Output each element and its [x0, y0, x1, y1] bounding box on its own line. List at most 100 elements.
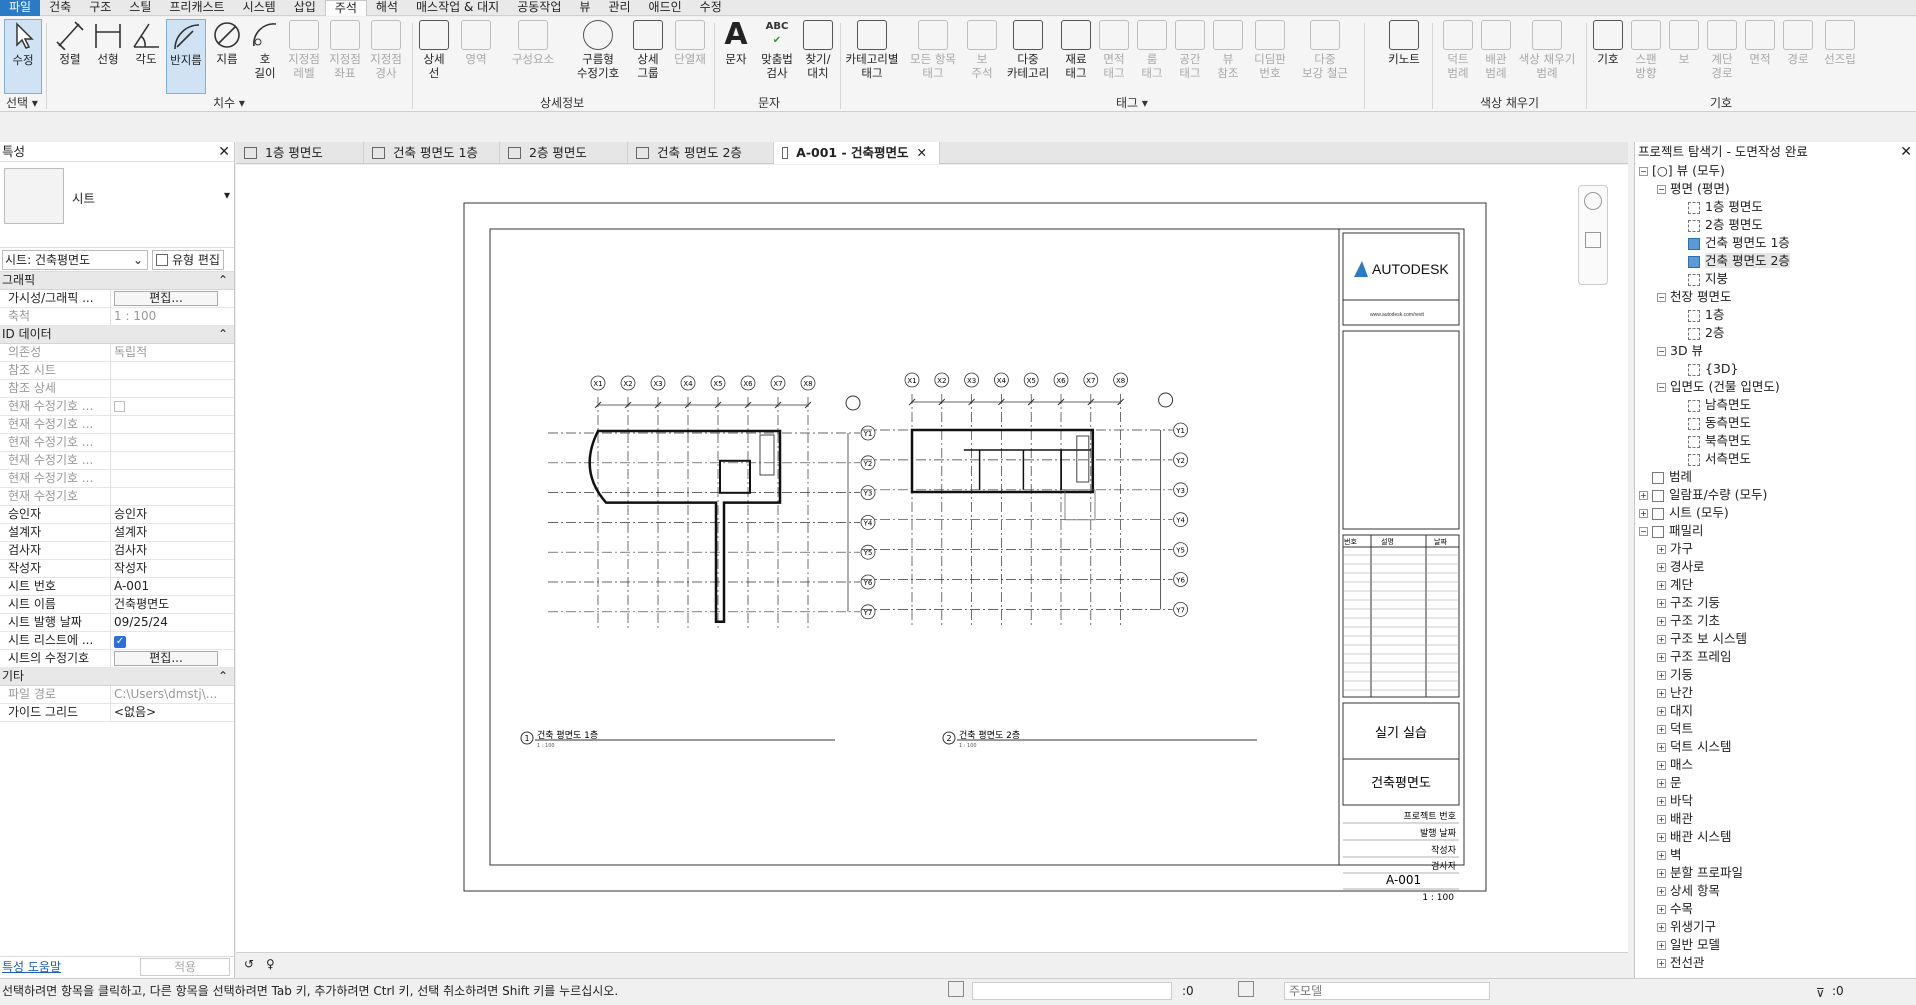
browser-node[interactable]: − [○] 뷰 (모두) — [1639, 162, 1916, 180]
apply-button[interactable]: 적용 — [140, 958, 230, 976]
rebar-symbol-button[interactable]: 선즈립 — [1818, 19, 1862, 94]
expand-icon[interactable]: + — [1657, 959, 1666, 968]
collapse-icon[interactable]: − — [1639, 527, 1648, 536]
property-row[interactable]: 현재 수정기호 ... — [0, 398, 234, 416]
browser-node[interactable]: + 위생기구 — [1639, 918, 1916, 936]
view-tab[interactable]: 건축 평면도 2층 — [628, 142, 774, 164]
property-row[interactable]: 의존성 독립적 — [0, 344, 234, 362]
workset-select[interactable] — [972, 982, 1172, 1000]
browser-node[interactable]: 1층 평면도 — [1639, 198, 1916, 216]
property-value[interactable] — [111, 398, 234, 415]
expand-icon[interactable]: + — [1657, 887, 1666, 896]
expand-icon[interactable]: + — [1657, 725, 1666, 734]
instance-filter-select[interactable]: 시트: 건축평면도 ⌄ — [2, 249, 148, 270]
browser-node[interactable]: + 전선관 — [1639, 954, 1916, 972]
menu-tab-5[interactable]: 시스템 — [234, 0, 285, 16]
tread-number-button[interactable]: 디딤판 번호 — [1250, 19, 1290, 94]
area-symbol-button[interactable]: 면적 — [1742, 19, 1778, 94]
property-row[interactable]: 가이드 그리드 <없음> — [0, 704, 234, 722]
property-row[interactable]: 파일 경로 C:\Users\dmstj\... — [0, 686, 234, 704]
browser-node[interactable]: − 평면 (평면) — [1639, 180, 1916, 198]
property-row[interactable]: 가시성/그래픽 ... 편집... — [0, 290, 234, 308]
collapse-icon[interactable]: − — [1657, 383, 1666, 392]
close-icon[interactable]: ✕ — [917, 142, 927, 164]
revision-cloud-button[interactable]: 구름형 수정기호 — [570, 19, 626, 94]
property-value[interactable]: 1 : 100 — [111, 308, 234, 325]
edit-button[interactable]: 편집... — [114, 651, 218, 666]
room-tag-button[interactable]: 룸 태그 — [1134, 19, 1170, 94]
expand-icon[interactable]: + — [1657, 833, 1666, 842]
expand-icon[interactable]: + — [1657, 743, 1666, 752]
view-tab[interactable]: 1층 평면도 — [236, 142, 364, 164]
menu-tab-3[interactable]: 스틸 — [120, 0, 160, 16]
detail-group-button[interactable]: 상세 그룹 — [630, 19, 666, 94]
find-replace-button[interactable]: 찾기/ 대치 — [798, 19, 838, 94]
checkbox[interactable] — [114, 401, 125, 412]
browser-node[interactable]: + 문 — [1639, 774, 1916, 792]
browser-node[interactable]: + 구조 프레임 — [1639, 648, 1916, 666]
beam-annotation-button[interactable]: 보 주석 — [964, 19, 1000, 94]
collapse-icon[interactable]: − — [1657, 185, 1666, 194]
expand-icon[interactable]: + — [1657, 671, 1666, 680]
beam-symbol-button[interactable]: 보 — [1666, 19, 1702, 94]
navigation-bar[interactable] — [1578, 185, 1608, 285]
graphics-category[interactable]: 그래픽 ⌃ — [0, 272, 234, 290]
text-button[interactable]: A 문자 — [718, 19, 754, 94]
menu-tab-10[interactable]: 공동작업 — [508, 0, 570, 16]
edit-type-button[interactable]: 유형 편집 — [152, 249, 224, 270]
expand-icon[interactable]: + — [1657, 941, 1666, 950]
browser-node[interactable]: 건축 평면도 2층 — [1639, 252, 1916, 270]
property-row[interactable]: 현재 수정기호 — [0, 488, 234, 506]
expand-icon[interactable]: + — [1657, 797, 1666, 806]
expand-icon[interactable]: + — [1657, 869, 1666, 878]
insulation-button[interactable]: 단열재 — [672, 19, 708, 94]
browser-node[interactable]: + 덕트 — [1639, 720, 1916, 738]
worksets-icon[interactable] — [948, 981, 964, 997]
property-row[interactable]: 축척 1 : 100 — [0, 308, 234, 326]
keynote-button[interactable]: 키노트 — [1382, 19, 1426, 94]
browser-node[interactable]: 남측면도 — [1639, 396, 1916, 414]
browser-node[interactable]: + 가구 — [1639, 540, 1916, 558]
expand-icon[interactable]: + — [1657, 563, 1666, 572]
property-value[interactable] — [111, 470, 234, 487]
pin-icon[interactable]: ♀ — [266, 957, 275, 971]
browser-node[interactable]: + 시트 (모두) — [1639, 504, 1916, 522]
property-row[interactable]: 시트 이름 건축평면도 — [0, 596, 234, 614]
tag-by-category-button[interactable]: 카테고리별 태그 — [842, 19, 902, 94]
expand-icon[interactable]: + — [1657, 635, 1666, 644]
property-row[interactable]: 작성자 작성자 — [0, 560, 234, 578]
type-selector[interactable]: 시트 ▾ — [0, 162, 234, 248]
pipe-legend-button[interactable]: 배관 범례 — [1478, 19, 1514, 94]
browser-node[interactable]: + 분할 프로파일 — [1639, 864, 1916, 882]
browser-node[interactable]: 건축 평면도 1층 — [1639, 234, 1916, 252]
property-value[interactable]: ✓ — [111, 632, 234, 649]
browser-node[interactable]: + 배관 — [1639, 810, 1916, 828]
property-row[interactable]: 현재 수정기호 ... — [0, 470, 234, 488]
property-value[interactable] — [111, 380, 234, 397]
space-tag-button[interactable]: 공간 태그 — [1172, 19, 1208, 94]
property-value[interactable]: 편집... — [111, 650, 234, 667]
select-group-label[interactable]: 선택 ▾ — [6, 94, 38, 111]
property-row[interactable]: 설계자 설계자 — [0, 524, 234, 542]
menu-tab-7[interactable]: 주석 — [324, 0, 367, 16]
expand-icon[interactable]: + — [1639, 509, 1648, 518]
edit-button[interactable]: 편집... — [114, 291, 218, 306]
browser-node[interactable]: + 상세 항목 — [1639, 882, 1916, 900]
browser-node[interactable]: − 천장 평면도 — [1639, 288, 1916, 306]
collapse-icon[interactable]: − — [1639, 167, 1648, 176]
steering-wheel-icon[interactable] — [1584, 192, 1602, 210]
property-value[interactable]: 09/25/24 — [111, 614, 234, 631]
property-value[interactable]: 독립적 — [111, 344, 234, 361]
tag-all-button[interactable]: 모든 항목 태그 — [906, 19, 960, 94]
property-value[interactable] — [111, 452, 234, 469]
browser-node[interactable]: + 일반 모델 — [1639, 936, 1916, 954]
menu-tab-12[interactable]: 관리 — [599, 0, 639, 16]
browser-node[interactable]: 지붕 — [1639, 270, 1916, 288]
property-value[interactable]: C:\Users\dmstj\... — [111, 686, 234, 703]
browser-node[interactable]: 범례 — [1639, 468, 1916, 486]
expand-icon[interactable]: + — [1657, 653, 1666, 662]
symbol-button[interactable]: 기호 — [1590, 19, 1626, 94]
property-row[interactable]: 시트 리스트에 ... ✓ — [0, 632, 234, 650]
browser-node[interactable]: + 구조 보 시스템 — [1639, 630, 1916, 648]
id-data-category[interactable]: ID 데이터 ⌃ — [0, 326, 234, 344]
